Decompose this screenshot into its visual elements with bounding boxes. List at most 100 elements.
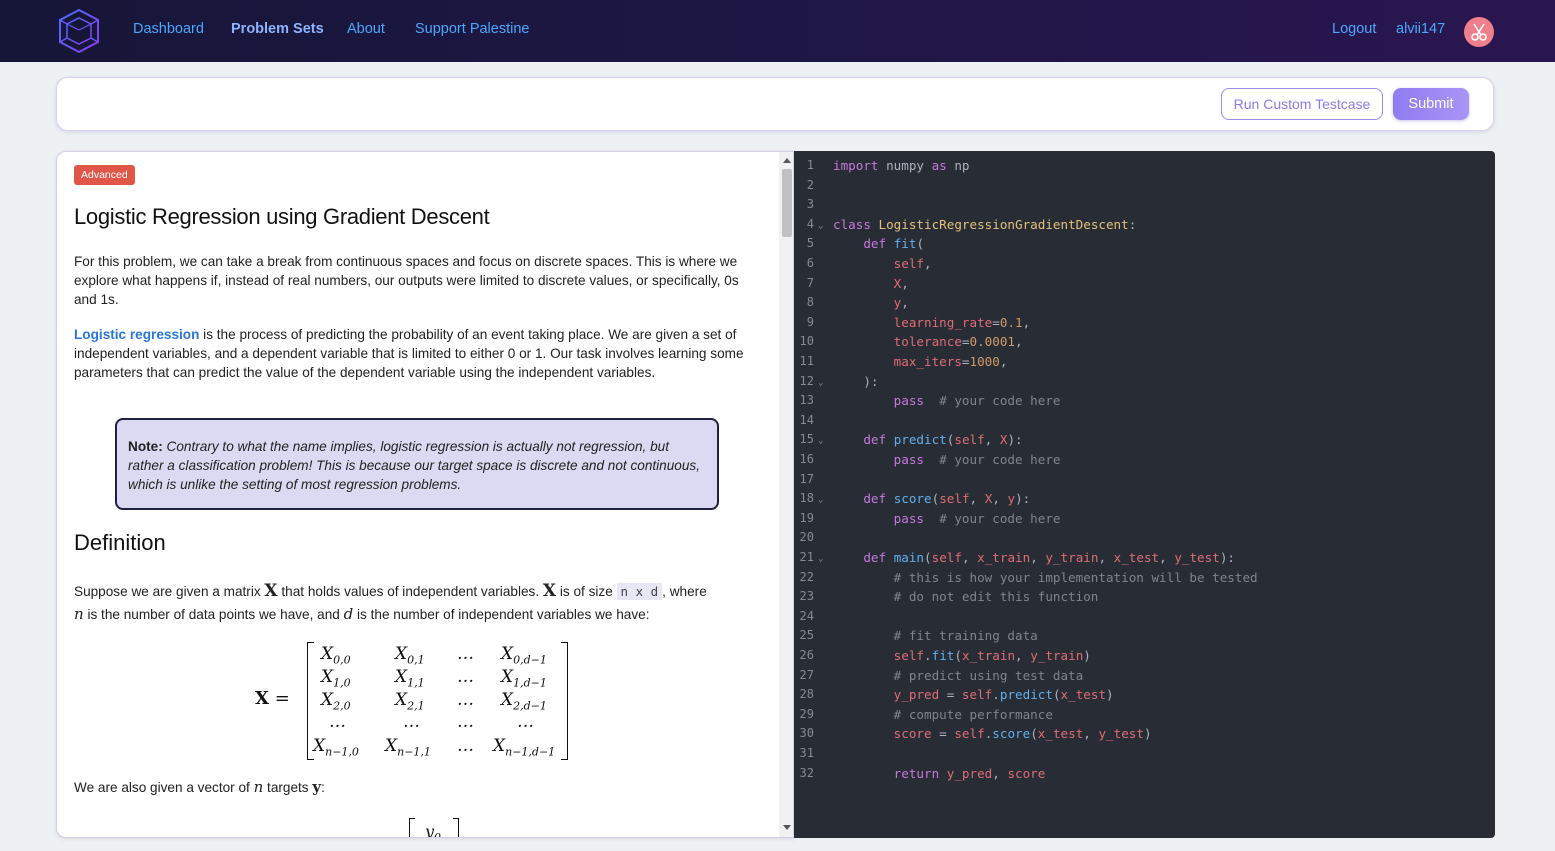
code-text[interactable]: def predict(self, X):: [833, 430, 1022, 450]
code-text[interactable]: import numpy as np: [833, 156, 970, 176]
code-text[interactable]: # this is how your implementation will b…: [833, 568, 1258, 588]
code-line[interactable]: 24: [794, 607, 1495, 627]
code-text[interactable]: return y_pred, score: [833, 764, 1046, 784]
code-text[interactable]: y_pred = self.predict(x_test): [833, 685, 1114, 705]
code-text[interactable]: class LogisticRegressionGradientDescent:: [833, 215, 1136, 235]
code-line[interactable]: 1 import numpy as np: [794, 156, 1495, 176]
scroll-thumb[interactable]: [782, 169, 792, 237]
code-text[interactable]: X,: [833, 274, 909, 294]
code-line[interactable]: 27 # predict using test data: [794, 666, 1495, 686]
cube-logo-icon[interactable]: [57, 8, 101, 54]
code-line[interactable]: 29 # compute performance: [794, 705, 1495, 725]
code-text[interactable]: self.fit(x_train, y_train): [833, 646, 1091, 666]
action-bar: Run Custom Testcase Submit: [56, 77, 1494, 131]
code-line[interactable]: 6 self,: [794, 254, 1495, 274]
targets-paragraph: We are also given a vector of n targets …: [74, 776, 762, 799]
code-line[interactable]: 15 ⌄ def predict(self, X):: [794, 430, 1495, 450]
code-line[interactable]: 5 def fit(: [794, 234, 1495, 254]
code-line[interactable]: 28 y_pred = self.predict(x_test): [794, 685, 1495, 705]
code-text[interactable]: y,: [833, 293, 909, 313]
code-line[interactable]: 17: [794, 470, 1495, 490]
code-line[interactable]: 22 # this is how your implementation wil…: [794, 568, 1495, 588]
code-text[interactable]: pass # your code here: [833, 509, 1061, 529]
code-text[interactable]: # do not edit this function: [833, 587, 1099, 607]
scroll-down-arrow-icon[interactable]: [783, 825, 791, 830]
code-line[interactable]: 30 score = self.score(x_test, y_test): [794, 724, 1495, 744]
code-text[interactable]: max_iters=1000,: [833, 352, 1008, 372]
code-text[interactable]: self,: [833, 254, 932, 274]
code-text[interactable]: def score(self, X, y):: [833, 489, 1030, 509]
line-number: 1: [806, 158, 814, 172]
code-text[interactable]: score = self.score(x_test, y_test): [833, 724, 1152, 744]
code-text[interactable]: learning_rate=0.1,: [833, 313, 1031, 333]
code-line[interactable]: 19 pass # your code here: [794, 509, 1495, 529]
submit-button[interactable]: Submit: [1393, 88, 1469, 120]
code-line[interactable]: 8 y,: [794, 293, 1495, 313]
code-line[interactable]: 7 X,: [794, 274, 1495, 294]
line-number: 10: [799, 334, 814, 349]
code-line[interactable]: 16 pass # your code here: [794, 450, 1495, 470]
matrix-cell: X1,1: [395, 667, 425, 690]
code-line[interactable]: 2: [794, 176, 1495, 196]
matrix-cell: X0,0: [321, 644, 351, 667]
difficulty-badge: Advanced: [74, 165, 135, 185]
logistic-paragraph: Logistic regression is the process of pr…: [74, 325, 762, 382]
math-X: X: [264, 581, 278, 601]
problem-scrollbar[interactable]: [779, 152, 793, 837]
code-text[interactable]: def main(self, x_train, y_train, x_test,…: [833, 548, 1235, 568]
code-text[interactable]: pass # your code here: [833, 450, 1061, 470]
note-label: Note:: [128, 439, 163, 454]
line-number: 29: [799, 706, 814, 721]
code-line[interactable]: 10 tolerance=0.0001,: [794, 332, 1495, 352]
matrix-cell: Xn−1,1: [385, 736, 431, 759]
line-number: 21: [799, 550, 814, 564]
nav-about[interactable]: About: [347, 21, 385, 37]
code-line[interactable]: 9 learning_rate=0.1,: [794, 313, 1495, 333]
code-text[interactable]: # predict using test data: [833, 666, 1084, 686]
line-number: 22: [799, 569, 814, 584]
code-line[interactable]: 23 # do not edit this function: [794, 587, 1495, 607]
code-text[interactable]: # fit training data: [833, 626, 1038, 646]
code-line[interactable]: 21 ⌄ def main(self, x_train, y_train, x_t…: [794, 548, 1495, 568]
nav-problem-sets[interactable]: Problem Sets: [231, 21, 324, 37]
code-line[interactable]: 14: [794, 411, 1495, 431]
code-line[interactable]: 13 pass # your code here: [794, 391, 1495, 411]
code-line[interactable]: 25 # fit training data: [794, 626, 1495, 646]
note-text: Contrary to what the name implies, logis…: [128, 439, 700, 492]
code-line[interactable]: 12 ⌄ ):: [794, 372, 1495, 392]
matrix-lhs-X: X: [255, 688, 269, 709]
user-avatar[interactable]: [1464, 17, 1494, 47]
nav-logout[interactable]: Logout: [1332, 21, 1376, 37]
code-line[interactable]: 32 return y_pred, score: [794, 764, 1495, 784]
code-text[interactable]: tolerance=0.0001,: [833, 332, 1023, 352]
line-number: 2: [806, 177, 814, 192]
nav-username[interactable]: alvii147: [1396, 21, 1445, 37]
nav-dashboard[interactable]: Dashboard: [133, 21, 204, 37]
matrix-cell: X2,1: [395, 690, 425, 713]
nav-support-palestine[interactable]: Support Palestine: [415, 21, 529, 37]
line-number: 13: [799, 393, 814, 408]
vector-left-bracket: [409, 818, 415, 837]
line-number: 18: [799, 491, 814, 506]
code-text[interactable]: # compute performance: [833, 705, 1053, 725]
math-d: d: [343, 605, 354, 623]
code-line[interactable]: 3: [794, 195, 1495, 215]
math-y: y: [312, 778, 322, 796]
logistic-regression-link[interactable]: Logistic regression: [74, 327, 199, 342]
line-number: 28: [799, 687, 814, 702]
code-line[interactable]: 11 max_iters=1000,: [794, 352, 1495, 372]
code-line[interactable]: 4 ⌄ class LogisticRegressionGradientDescen…: [794, 215, 1495, 235]
code-line[interactable]: 18 ⌄ def score(self, X, y):: [794, 489, 1495, 509]
code-text[interactable]: ):: [833, 372, 878, 392]
code-text[interactable]: def fit(: [833, 234, 924, 254]
code-line[interactable]: 31: [794, 744, 1495, 764]
code-text[interactable]: pass # your code here: [833, 391, 1061, 411]
code-line[interactable]: 20: [794, 528, 1495, 548]
matrix-cell: …: [457, 667, 474, 687]
line-number: 31: [799, 746, 814, 760]
code-editor[interactable]: 1 import numpy as np 2 3 4 ⌄ class LogisticReg…: [794, 151, 1495, 838]
run-custom-testcase-button[interactable]: Run Custom Testcase: [1221, 88, 1383, 120]
code-line[interactable]: 26 self.fit(x_train, y_train): [794, 646, 1495, 666]
vector-cell: y0: [425, 822, 442, 838]
scroll-up-arrow-icon[interactable]: [783, 158, 791, 163]
